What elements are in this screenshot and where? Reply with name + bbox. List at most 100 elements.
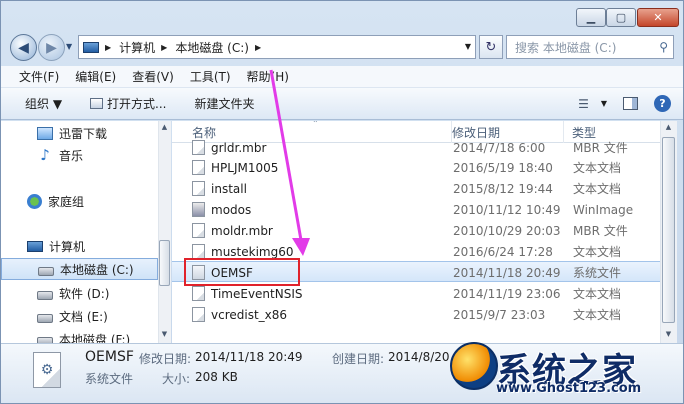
computer-icon (83, 41, 99, 53)
search-icon: ⚲ (659, 40, 668, 54)
details-file-name: OEMSF (85, 349, 134, 365)
sidebar-item-local-disk-c[interactable]: 本地磁盘 (C:) (1, 258, 158, 280)
file-name: install (211, 181, 247, 196)
sidebar-item-documents-e[interactable]: 文档 (E:) (1, 305, 158, 327)
table-row[interactable]: vcredist_x86 2015/9/7 23:03 文本文档 (172, 304, 660, 325)
search-input[interactable]: 搜索 本地磁盘 (C:) ⚲ (506, 35, 674, 59)
organize-button[interactable]: 组织 ▼ (1, 91, 72, 117)
maximize-button[interactable]: ▢ (606, 8, 636, 27)
music-note-icon: ♪ (40, 146, 50, 164)
help-icon: ? (654, 95, 671, 112)
menu-file[interactable]: 文件(F) (11, 66, 67, 88)
navigation-scrollbar[interactable] (158, 121, 171, 343)
minimize-button[interactable]: ▁ (576, 8, 606, 27)
file-list: 名称 ⌃ 修改日期 类型 grldr.mbr 2014/7/18 6:00 MB… (172, 121, 660, 343)
computer-icon (27, 240, 43, 252)
table-row[interactable]: grldr.mbr 2014/7/18 6:00 MBR 文件 (172, 137, 660, 158)
sidebar-item-label: 本地磁盘 (F:) (59, 332, 131, 344)
menu-edit[interactable]: 编辑(E) (67, 66, 124, 88)
file-type: WinImage (573, 202, 634, 217)
winimage-file-icon (192, 202, 205, 217)
file-icon (192, 286, 205, 301)
sidebar-item-thunder-downloads[interactable]: 迅雷下载 (1, 122, 158, 144)
file-icon (192, 181, 205, 196)
breadcrumb-local-disk-c[interactable]: 本地磁盘 (C:) ▶ (171, 36, 265, 58)
menu-tools[interactable]: 工具(T) (182, 66, 239, 88)
menu-help[interactable]: 帮助(H) (239, 66, 297, 88)
chevron-down-icon: ▼ (66, 42, 73, 51)
refresh-icon: ↻ (485, 39, 497, 55)
file-icon (192, 244, 205, 259)
sidebar-item-label: 家庭组 (48, 194, 85, 209)
file-name: moldr.mbr (211, 223, 273, 238)
file-type: 文本文档 (573, 245, 622, 259)
sidebar-item-label: 音乐 (59, 148, 84, 163)
new-folder-button[interactable]: 新建文件夹 (177, 91, 265, 117)
organize-label: 组织 ▼ (25, 97, 63, 111)
details-size-label: 大小: (162, 372, 191, 386)
help-button[interactable]: ? (646, 91, 683, 117)
file-date: 2016/6/24 17:28 (453, 244, 553, 259)
address-root[interactable]: ▶ (79, 36, 115, 58)
table-row[interactable]: moldr.mbr 2010/10/29 20:03 MBR 文件 (172, 220, 660, 241)
back-button[interactable]: ◀ (10, 34, 37, 61)
file-name: modos (211, 202, 252, 217)
new-folder-label: 新建文件夹 (194, 97, 255, 111)
sidebar-item-label: 迅雷下载 (59, 126, 108, 141)
navigation-pane: 迅雷下载 ♪ 音乐 家庭组 计算机 本地磁盘 (C:) 软件 (D:) 文档 (… (1, 121, 158, 343)
scroll-up-arrow-icon[interactable]: ▲ (662, 123, 675, 131)
file-date: 2016/5/19 18:40 (453, 160, 553, 175)
file-date: 2010/10/29 20:03 (453, 223, 561, 238)
back-arrow-icon: ◀ (18, 39, 29, 56)
sidebar-item-computer[interactable]: 计算机 (1, 235, 158, 257)
file-type: 文本文档 (573, 182, 622, 196)
table-row[interactable]: TimeEventNSIS 2014/11/19 23:06 文本文档 (172, 283, 660, 304)
file-icon (192, 223, 205, 238)
file-name: TimeEventNSIS (211, 286, 303, 301)
breadcrumb-separator-icon: ▶ (105, 42, 112, 52)
download-folder-icon (37, 126, 53, 140)
navigation-scrollbar-thumb[interactable] (159, 240, 170, 286)
menu-view[interactable]: 查看(V) (124, 66, 182, 88)
sidebar-item-homegroup[interactable]: 家庭组 (1, 190, 158, 212)
table-row[interactable]: install 2015/8/12 19:44 文本文档 (172, 178, 660, 199)
file-icon (192, 140, 205, 155)
more-views-dropdown[interactable]: ▼ (593, 91, 615, 117)
change-view-button[interactable]: ☰ (574, 91, 593, 117)
table-row[interactable]: modos 2010/11/12 10:49 WinImage (172, 199, 660, 220)
sidebar-item-software-d[interactable]: 软件 (D:) (1, 282, 158, 304)
preview-pane-button[interactable] (615, 91, 646, 117)
sidebar-item-label: 本地磁盘 (C:) (60, 262, 134, 277)
close-button[interactable]: ✕ (637, 8, 679, 27)
drive-icon (37, 290, 53, 300)
file-list-scrollbar-thumb[interactable] (662, 137, 675, 323)
highlight-box (184, 258, 300, 286)
table-row[interactable]: HPLJM1005 2016/5/19 18:40 文本文档 (172, 157, 660, 178)
sort-ascending-icon: ⌃ (312, 121, 319, 128)
refresh-button[interactable]: ↻ (479, 35, 503, 59)
file-name: vcredist_x86 (211, 307, 288, 322)
scroll-down-arrow-icon[interactable]: ▼ (662, 330, 675, 338)
details-size-value: 208 KB (195, 370, 238, 384)
open-with-button[interactable]: 打开方式... (72, 91, 176, 117)
details-modified-value: 2014/11/18 20:49 (195, 350, 303, 364)
address-history-dropdown[interactable]: ▼ (465, 42, 471, 51)
breadcrumb-separator-icon: ▶ (161, 42, 168, 52)
scroll-up-arrow-icon[interactable]: ▲ (159, 123, 170, 134)
homegroup-icon (27, 193, 42, 209)
breadcrumb-label: 计算机 (119, 40, 156, 55)
file-type: MBR 文件 (573, 141, 628, 155)
recent-pages-dropdown[interactable]: ▼ (66, 42, 76, 52)
sidebar-item-music[interactable]: ♪ 音乐 (1, 144, 158, 166)
breadcrumb-computer[interactable]: 计算机 ▶ (115, 36, 171, 58)
details-modified-label: 修改日期: (139, 352, 192, 366)
drive-icon (38, 266, 54, 276)
file-name: grldr.mbr (211, 140, 267, 155)
open-with-label: 打开方式... (107, 97, 167, 111)
sidebar-item-local-disk-f[interactable]: 本地磁盘 (F:) (1, 328, 158, 343)
address-bar[interactable]: ▶ 计算机 ▶ 本地磁盘 (C:) ▶ ▼ (78, 35, 476, 59)
file-name: mustekimg60 (211, 244, 294, 259)
search-placeholder: 搜索 本地磁盘 (C:) (515, 40, 617, 55)
forward-button[interactable]: ▶ (38, 34, 65, 61)
scroll-down-arrow-icon[interactable]: ▼ (159, 330, 170, 341)
